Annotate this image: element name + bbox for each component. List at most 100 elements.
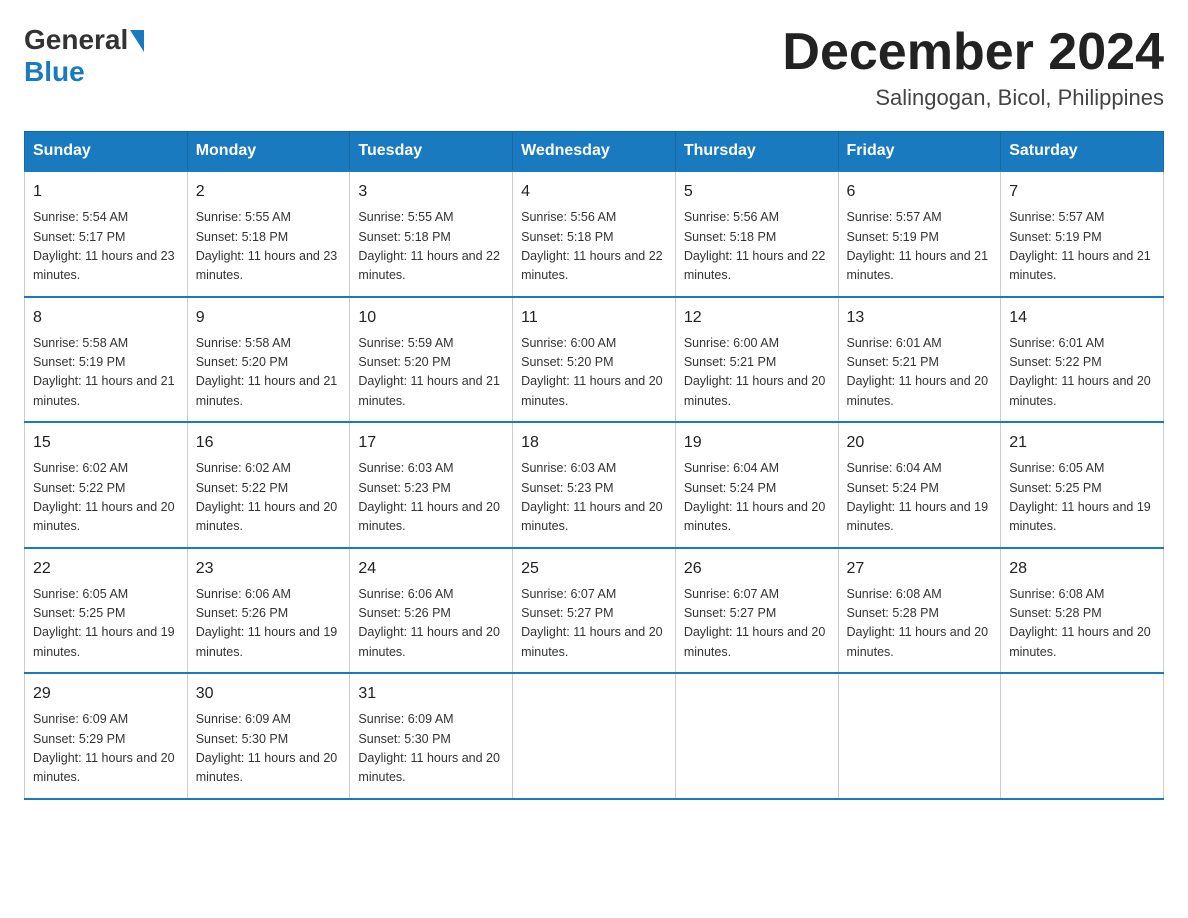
calendar-week-row: 15 Sunrise: 6:02 AMSunset: 5:22 PMDayligh… bbox=[25, 422, 1164, 548]
day-info: Sunrise: 6:03 AMSunset: 5:23 PMDaylight:… bbox=[358, 459, 504, 537]
table-row: 1Sunrise: 5:54 AMSunset: 5:17 PMDaylight… bbox=[25, 171, 188, 297]
day-info: Sunrise: 6:06 AMSunset: 5:26 PMDaylight:… bbox=[358, 585, 504, 663]
logo-blue-text: Blue bbox=[24, 56, 85, 88]
table-row: 7 Sunrise: 5:57 AMSunset: 5:19 PMDaylight… bbox=[1001, 171, 1164, 297]
title-block: December 2024 Salingogan, Bicol, Philipp… bbox=[782, 24, 1164, 111]
day-info: Sunrise: 6:05 AMSunset: 5:25 PMDaylight:… bbox=[33, 585, 179, 663]
day-number: 10 bbox=[358, 306, 504, 330]
day-info: Sunrise: 6:07 AMSunset: 5:27 PMDaylight:… bbox=[521, 585, 667, 663]
calendar-day-header: Sunday bbox=[25, 132, 188, 172]
day-info: Sunrise: 5:57 AMSunset: 5:19 PMDaylight:… bbox=[1009, 208, 1155, 286]
day-info: Sunrise: 6:08 AMSunset: 5:28 PMDaylight:… bbox=[847, 585, 993, 663]
table-row: 23 Sunrise: 6:06 AMSunset: 5:26 PMDayligh… bbox=[187, 548, 350, 674]
day-info: Sunrise: 5:58 AMSunset: 5:19 PMDaylight:… bbox=[33, 334, 179, 412]
day-info: Sunrise: 6:04 AMSunset: 5:24 PMDaylight:… bbox=[847, 459, 993, 537]
day-number: 13 bbox=[847, 306, 993, 330]
day-info: Sunrise: 6:02 AMSunset: 5:22 PMDaylight:… bbox=[196, 459, 342, 537]
calendar-day-header: Wednesday bbox=[513, 132, 676, 172]
day-info: Sunrise: 6:09 AMSunset: 5:30 PMDaylight:… bbox=[358, 710, 504, 788]
day-number: 5 bbox=[684, 180, 830, 204]
day-info: Sunrise: 6:03 AMSunset: 5:23 PMDaylight:… bbox=[521, 459, 667, 537]
calendar-table: SundayMondayTuesdayWednesdayThursdayFrid… bbox=[24, 131, 1164, 800]
day-info: Sunrise: 6:05 AMSunset: 5:25 PMDaylight:… bbox=[1009, 459, 1155, 537]
day-number: 27 bbox=[847, 557, 993, 581]
day-number: 2 bbox=[196, 180, 342, 204]
table-row: 12Sunrise: 6:00 AMSunset: 5:21 PMDayligh… bbox=[675, 297, 838, 423]
day-number: 4 bbox=[521, 180, 667, 204]
table-row: 9Sunrise: 5:58 AMSunset: 5:20 PMDaylight… bbox=[187, 297, 350, 423]
day-info: Sunrise: 6:06 AMSunset: 5:26 PMDaylight:… bbox=[196, 585, 342, 663]
day-number: 1 bbox=[33, 180, 179, 204]
day-info: Sunrise: 6:00 AMSunset: 5:20 PMDaylight:… bbox=[521, 334, 667, 412]
table-row: 15 Sunrise: 6:02 AMSunset: 5:22 PMDayligh… bbox=[25, 422, 188, 548]
table-row: 20 Sunrise: 6:04 AMSunset: 5:24 PMDayligh… bbox=[838, 422, 1001, 548]
day-info: Sunrise: 6:09 AMSunset: 5:29 PMDaylight:… bbox=[33, 710, 179, 788]
day-number: 14 bbox=[1009, 306, 1155, 330]
table-row: 11 Sunrise: 6:00 AMSunset: 5:20 PMDayligh… bbox=[513, 297, 676, 423]
day-info: Sunrise: 6:01 AMSunset: 5:21 PMDaylight:… bbox=[847, 334, 993, 412]
table-row: 10 Sunrise: 5:59 AMSunset: 5:20 PMDayligh… bbox=[350, 297, 513, 423]
logo-triangle-icon bbox=[130, 30, 144, 52]
day-info: Sunrise: 6:00 AMSunset: 5:21 PMDaylight:… bbox=[684, 334, 830, 412]
day-info: Sunrise: 5:55 AMSunset: 5:18 PMDaylight:… bbox=[358, 208, 504, 286]
calendar-subtitle: Salingogan, Bicol, Philippines bbox=[782, 85, 1164, 111]
table-row bbox=[513, 673, 676, 799]
day-info: Sunrise: 6:01 AMSunset: 5:22 PMDaylight:… bbox=[1009, 334, 1155, 412]
day-number: 18 bbox=[521, 431, 667, 455]
table-row: 4Sunrise: 5:56 AMSunset: 5:18 PMDaylight… bbox=[513, 171, 676, 297]
day-number: 23 bbox=[196, 557, 342, 581]
table-row: 24 Sunrise: 6:06 AMSunset: 5:26 PMDayligh… bbox=[350, 548, 513, 674]
calendar-week-row: 1Sunrise: 5:54 AMSunset: 5:17 PMDaylight… bbox=[25, 171, 1164, 297]
calendar-day-header: Monday bbox=[187, 132, 350, 172]
calendar-header-row: SundayMondayTuesdayWednesdayThursdayFrid… bbox=[25, 132, 1164, 172]
table-row bbox=[1001, 673, 1164, 799]
logo-general-text: General bbox=[24, 24, 128, 56]
calendar-day-header: Friday bbox=[838, 132, 1001, 172]
table-row: 19Sunrise: 6:04 AMSunset: 5:24 PMDayligh… bbox=[675, 422, 838, 548]
table-row: 18 Sunrise: 6:03 AMSunset: 5:23 PMDayligh… bbox=[513, 422, 676, 548]
day-number: 15 bbox=[33, 431, 179, 455]
day-number: 7 bbox=[1009, 180, 1155, 204]
table-row: 5Sunrise: 5:56 AMSunset: 5:18 PMDaylight… bbox=[675, 171, 838, 297]
table-row bbox=[675, 673, 838, 799]
calendar-day-header: Thursday bbox=[675, 132, 838, 172]
day-info: Sunrise: 6:09 AMSunset: 5:30 PMDaylight:… bbox=[196, 710, 342, 788]
table-row: 17Sunrise: 6:03 AMSunset: 5:23 PMDayligh… bbox=[350, 422, 513, 548]
table-row: 16 Sunrise: 6:02 AMSunset: 5:22 PMDayligh… bbox=[187, 422, 350, 548]
table-row: 6 Sunrise: 5:57 AMSunset: 5:19 PMDaylight… bbox=[838, 171, 1001, 297]
day-number: 29 bbox=[33, 682, 179, 706]
table-row: 8 Sunrise: 5:58 AMSunset: 5:19 PMDaylight… bbox=[25, 297, 188, 423]
day-number: 25 bbox=[521, 557, 667, 581]
calendar-week-row: 29 Sunrise: 6:09 AMSunset: 5:29 PMDayligh… bbox=[25, 673, 1164, 799]
day-number: 6 bbox=[847, 180, 993, 204]
table-row: 13 Sunrise: 6:01 AMSunset: 5:21 PMDayligh… bbox=[838, 297, 1001, 423]
table-row: 22Sunrise: 6:05 AMSunset: 5:25 PMDayligh… bbox=[25, 548, 188, 674]
day-number: 8 bbox=[33, 306, 179, 330]
day-info: Sunrise: 5:57 AMSunset: 5:19 PMDaylight:… bbox=[847, 208, 993, 286]
logo: General Blue bbox=[24, 24, 144, 88]
table-row bbox=[838, 673, 1001, 799]
table-row: 26Sunrise: 6:07 AMSunset: 5:27 PMDayligh… bbox=[675, 548, 838, 674]
table-row: 3Sunrise: 5:55 AMSunset: 5:18 PMDaylight… bbox=[350, 171, 513, 297]
day-info: Sunrise: 5:55 AMSunset: 5:18 PMDaylight:… bbox=[196, 208, 342, 286]
calendar-week-row: 22Sunrise: 6:05 AMSunset: 5:25 PMDayligh… bbox=[25, 548, 1164, 674]
day-number: 11 bbox=[521, 306, 667, 330]
table-row: 31 Sunrise: 6:09 AMSunset: 5:30 PMDayligh… bbox=[350, 673, 513, 799]
day-number: 28 bbox=[1009, 557, 1155, 581]
day-number: 21 bbox=[1009, 431, 1155, 455]
day-info: Sunrise: 6:04 AMSunset: 5:24 PMDaylight:… bbox=[684, 459, 830, 537]
day-number: 24 bbox=[358, 557, 504, 581]
table-row: 21 Sunrise: 6:05 AMSunset: 5:25 PMDayligh… bbox=[1001, 422, 1164, 548]
day-number: 20 bbox=[847, 431, 993, 455]
day-info: Sunrise: 5:59 AMSunset: 5:20 PMDaylight:… bbox=[358, 334, 504, 412]
table-row: 14 Sunrise: 6:01 AMSunset: 5:22 PMDayligh… bbox=[1001, 297, 1164, 423]
day-number: 31 bbox=[358, 682, 504, 706]
day-info: Sunrise: 6:07 AMSunset: 5:27 PMDaylight:… bbox=[684, 585, 830, 663]
table-row: 28 Sunrise: 6:08 AMSunset: 5:28 PMDayligh… bbox=[1001, 548, 1164, 674]
calendar-week-row: 8 Sunrise: 5:58 AMSunset: 5:19 PMDaylight… bbox=[25, 297, 1164, 423]
day-number: 16 bbox=[196, 431, 342, 455]
day-info: Sunrise: 6:02 AMSunset: 5:22 PMDaylight:… bbox=[33, 459, 179, 537]
day-number: 30 bbox=[196, 682, 342, 706]
table-row: 29 Sunrise: 6:09 AMSunset: 5:29 PMDayligh… bbox=[25, 673, 188, 799]
day-info: Sunrise: 6:08 AMSunset: 5:28 PMDaylight:… bbox=[1009, 585, 1155, 663]
